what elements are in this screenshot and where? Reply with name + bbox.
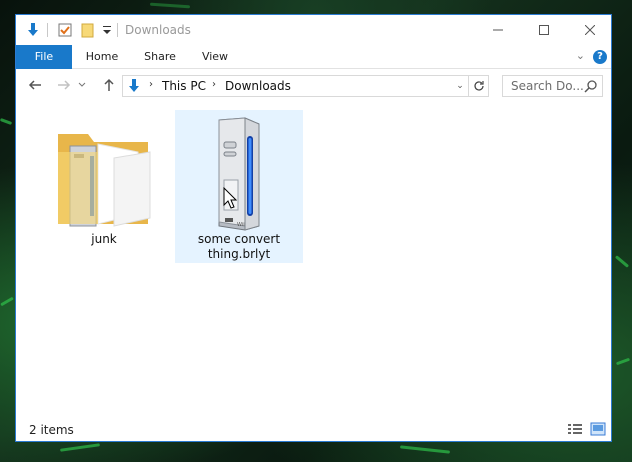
- download-arrow-icon: [25, 22, 41, 38]
- search-placeholder[interactable]: Search Do...: [511, 79, 584, 93]
- properties-icon[interactable]: [57, 22, 73, 38]
- wallpaper-streak: [149, 2, 191, 9]
- navigation-bar: › This PC › Downloads ⌄ Search Do...: [16, 70, 611, 102]
- explorer-window: Downloads File Home Share View ⌄ ? › Thi…: [15, 14, 612, 442]
- breadcrumb-downloads[interactable]: Downloads: [225, 79, 291, 93]
- up-button[interactable]: [100, 76, 118, 94]
- tab-file[interactable]: File: [16, 45, 72, 69]
- folder-icon: [54, 124, 154, 231]
- address-dropdown-icon[interactable]: ⌄: [452, 76, 468, 96]
- file-item-label: some convert thing.brlyt: [197, 232, 281, 261]
- recent-locations-button[interactable]: [77, 76, 87, 94]
- wallpaper-streak: [399, 445, 451, 454]
- search-box[interactable]: Search Do...: [502, 75, 603, 97]
- details-view-icon[interactable]: [567, 422, 583, 436]
- minimize-button[interactable]: [475, 15, 521, 45]
- tab-share[interactable]: Share: [136, 45, 184, 69]
- wallpaper-streak: [0, 118, 13, 125]
- downloads-location-icon: [126, 78, 142, 97]
- search-icon[interactable]: [584, 79, 598, 93]
- mouse-cursor-icon: [223, 186, 238, 212]
- close-button[interactable]: [567, 15, 613, 45]
- wallpaper-streak: [59, 443, 101, 452]
- customize-quick-access-icon[interactable]: [99, 22, 115, 38]
- breadcrumb-separator[interactable]: ›: [212, 79, 216, 90]
- file-item-junk[interactable]: junk: [40, 110, 168, 263]
- window-title: Downloads: [125, 23, 191, 37]
- refresh-button[interactable]: [468, 76, 488, 96]
- status-bar: 2 items: [16, 419, 611, 441]
- file-item-brlyt[interactable]: Wii some convert thing.brlyt: [175, 110, 303, 263]
- maximize-button[interactable]: [521, 15, 567, 45]
- breadcrumb-separator[interactable]: ›: [149, 79, 153, 90]
- tab-view[interactable]: View: [192, 45, 238, 69]
- forward-button[interactable]: [55, 76, 73, 94]
- quick-access-separator: [47, 23, 48, 37]
- wallpaper-streak: [615, 357, 631, 366]
- tab-home[interactable]: Home: [78, 45, 126, 69]
- item-count: 2 items: [29, 423, 74, 437]
- help-icon[interactable]: ?: [593, 50, 607, 64]
- wallpaper-streak: [0, 296, 14, 307]
- breadcrumb-this-pc[interactable]: This PC: [162, 79, 206, 93]
- svg-text:Wii: Wii: [237, 222, 245, 228]
- back-button[interactable]: [26, 76, 44, 94]
- title-bar: Downloads: [16, 15, 611, 46]
- file-list-view[interactable]: junk Wii some convert thing.brlyt: [16, 102, 611, 420]
- expand-ribbon-icon[interactable]: ⌄: [576, 49, 585, 62]
- title-separator: [117, 23, 118, 37]
- wii-console-icon: Wii: [213, 116, 265, 235]
- ribbon-tab-bar: File Home Share View: [16, 45, 611, 69]
- new-folder-icon[interactable]: [79, 22, 95, 38]
- address-bar[interactable]: › This PC › Downloads ⌄: [122, 75, 489, 97]
- large-icons-view-icon[interactable]: [590, 422, 606, 436]
- wallpaper-streak: [614, 255, 630, 268]
- file-item-label: junk: [91, 232, 117, 246]
